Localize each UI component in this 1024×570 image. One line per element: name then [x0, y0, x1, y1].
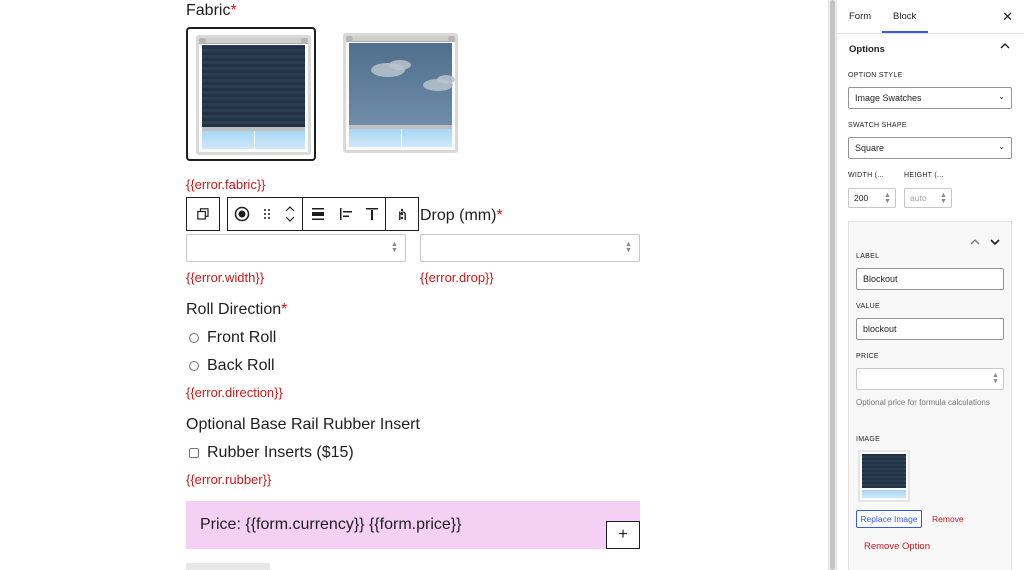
block-toolbar — [186, 197, 419, 231]
radio-block-icon[interactable] — [228, 198, 256, 230]
move-up-icon[interactable] — [285, 206, 295, 212]
checkbox-rubber-inserts[interactable]: Rubber Inserts ($15) — [189, 444, 354, 462]
chevron-down-icon: ⌄ — [998, 92, 1005, 101]
align-wide-icon[interactable] — [303, 198, 333, 230]
tab-form[interactable]: Form — [849, 11, 871, 22]
fabric-error: {{error.fabric}} — [186, 177, 266, 192]
rubber-error: {{error.rubber}} — [186, 472, 272, 487]
drop-input[interactable]: ▲ ▼ — [420, 234, 640, 262]
options-panel-title[interactable]: Options — [849, 44, 885, 55]
width-input[interactable]: ▲ ▼ — [186, 234, 406, 262]
scrollbar-thumb[interactable] — [830, 0, 835, 570]
move-down-icon[interactable] — [285, 216, 295, 222]
sidebar-tabs: Form Block ✕ — [837, 0, 1024, 34]
submit-button-stub[interactable] — [186, 563, 270, 570]
width-caption: WIDTH (... — [848, 172, 885, 179]
parent-block-group — [186, 197, 220, 231]
price-block[interactable]: Price: {{form.currency}} {{form.price}} — [186, 501, 640, 549]
option-style-select[interactable]: Image Swatches ⌄ — [848, 87, 1012, 109]
active-tab-indicator — [882, 31, 928, 33]
align-top-icon[interactable] — [359, 198, 385, 230]
drop-error: {{error.drop}} — [420, 270, 494, 285]
option-label-caption: LABEL — [856, 253, 880, 260]
drop-label: Drop (mm)* — [420, 207, 503, 224]
block-controls-group — [227, 197, 419, 231]
close-icon[interactable]: ✕ — [1002, 9, 1013, 25]
swatch-width-input[interactable]: 200 ▲ ▼ — [848, 188, 896, 208]
radio-circle[interactable] — [189, 333, 199, 343]
sheer-image — [343, 33, 458, 153]
option-value-input[interactable]: blockout — [856, 318, 1004, 340]
remove-option-button[interactable]: Remove Option — [864, 541, 930, 552]
option-price-input[interactable]: ▲ ▼ — [856, 368, 1004, 390]
swatch-blockout[interactable] — [186, 27, 316, 161]
swatch-height-input[interactable]: auto ▲ ▼ — [904, 188, 952, 208]
drag-handle-icon[interactable] — [256, 198, 278, 230]
canvas-scrollbar[interactable] — [828, 0, 836, 570]
option-label-input[interactable]: Blockout — [856, 268, 1004, 290]
chevron-up-icon[interactable] — [1000, 41, 1010, 52]
option-image-caption: IMAGE — [856, 436, 881, 443]
height-caption: HEIGHT (... — [904, 172, 944, 179]
chevron-up-icon[interactable] — [970, 232, 980, 250]
plus-icon: + — [618, 526, 628, 543]
roll-direction-label: Roll Direction* — [186, 301, 288, 318]
price-text: Price: {{form.currency}} {{form.price}} — [200, 516, 462, 533]
radio-front-roll[interactable]: Front Roll — [189, 329, 276, 347]
justify-left-icon[interactable] — [333, 198, 359, 230]
blockout-image — [196, 35, 311, 155]
rubber-insert-label: Optional Base Rail Rubber Insert — [186, 416, 420, 433]
duplicate-icon[interactable] — [187, 198, 219, 230]
swatch-shape-caption: SWATCH SHAPE — [848, 122, 907, 129]
swatch-sheer[interactable] — [335, 27, 465, 161]
width-error: {{error.width}} — [186, 270, 265, 285]
direction-error: {{error.direction}} — [186, 385, 283, 400]
radio-back-roll[interactable]: Back Roll — [189, 357, 275, 375]
replace-image-button[interactable]: Replace Image — [856, 510, 922, 528]
option-price-caption: PRICE — [856, 353, 879, 360]
radio-circle[interactable] — [189, 361, 199, 371]
swatch-shape-select[interactable]: Square ⌄ — [848, 137, 1012, 159]
width-label-fragment: n — [398, 207, 407, 224]
fabric-label: Fabric* — [186, 2, 237, 19]
remove-image-button[interactable]: Remove — [932, 514, 964, 524]
add-block-button[interactable]: + — [606, 521, 640, 549]
editor-canvas: Fabric* {{error.fabric}} n Drop (mm)* ▲ … — [0, 0, 828, 570]
checkbox-box[interactable] — [189, 448, 199, 458]
chevron-down-icon[interactable] — [990, 232, 1000, 250]
tab-block[interactable]: Block — [893, 11, 916, 22]
option-image-thumbnail[interactable] — [858, 450, 910, 502]
price-help-text: Optional price for formula calculations — [856, 398, 990, 407]
mover-controls — [278, 198, 302, 230]
chevron-down-icon: ⌄ — [998, 142, 1005, 151]
option-style-caption: OPTION STYLE — [848, 72, 903, 79]
option-value-caption: VALUE — [856, 303, 880, 310]
